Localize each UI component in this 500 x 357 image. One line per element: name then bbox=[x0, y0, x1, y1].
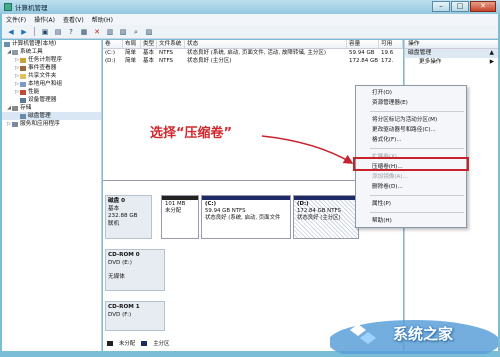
tree-node-local-users[interactable]: ▷ 本地用户和组 bbox=[2, 80, 101, 88]
actions-header: 操作 bbox=[405, 40, 498, 49]
computer-management-icon bbox=[4, 3, 12, 11]
up-icon[interactable]: ▣ bbox=[40, 27, 50, 37]
search-icon[interactable]: ⌕ bbox=[131, 27, 141, 37]
open-icon[interactable]: ▧ bbox=[118, 27, 128, 37]
menu-separator bbox=[370, 195, 464, 196]
toolbar-separator bbox=[34, 27, 35, 36]
users-icon bbox=[20, 81, 26, 87]
tree-node-storage[interactable]: ◢ 存储 bbox=[2, 104, 101, 112]
maximize-button[interactable]: □ bbox=[451, 1, 469, 12]
task-scheduler-icon bbox=[20, 57, 26, 63]
shrink-volume-highlight bbox=[353, 157, 469, 171]
close-button[interactable]: ✕ bbox=[470, 1, 496, 12]
menu-bar: 文件(F) 操作(A) 查看(V) 帮助(H) bbox=[2, 14, 498, 25]
tree-node-shared-folders[interactable]: ▷ 共享文件夹 bbox=[2, 72, 101, 80]
actions-section-disk-management[interactable]: 磁盘管理 ▲ bbox=[405, 49, 498, 58]
cdrom-1-label[interactable]: CD-ROM 1 DVD (F:) bbox=[105, 301, 165, 331]
computer-icon bbox=[4, 41, 10, 47]
menu-item-open[interactable]: 打开(O) bbox=[356, 88, 466, 98]
partition-d[interactable]: (D:) 172.84 GB NTFS 状态良好 (主分区) bbox=[293, 195, 359, 239]
actions-more[interactable]: 更多操作 ▶ bbox=[405, 58, 498, 67]
delete-icon[interactable]: ✕ bbox=[92, 27, 102, 37]
minimize-button[interactable]: – bbox=[432, 1, 450, 12]
annotation-text: 选择“压缩卷” bbox=[150, 126, 233, 141]
services-icon bbox=[12, 121, 18, 127]
properties-icon[interactable]: ▥ bbox=[105, 27, 115, 37]
help-icon[interactable]: ? bbox=[66, 27, 76, 37]
performance-icon bbox=[20, 89, 26, 95]
menu-separator bbox=[370, 111, 464, 112]
cdrom-0-row: CD-ROM 0 DVD (E:) 无媒体 bbox=[105, 249, 399, 291]
menu-item-add-mirror: 添加镜像(A)... bbox=[372, 174, 408, 180]
back-icon[interactable]: ◀ bbox=[6, 27, 16, 37]
legend-primary-swatch bbox=[141, 340, 148, 346]
list-icon[interactable]: ▦ bbox=[79, 27, 89, 37]
menu-item-help[interactable]: 帮助(H) bbox=[356, 216, 466, 226]
menu-action[interactable]: 操作(A) bbox=[34, 15, 55, 24]
storage-icon bbox=[12, 105, 18, 111]
partition-legend: 未分配 主分区 bbox=[107, 339, 169, 347]
menu-item-properties[interactable]: 属性(P) bbox=[356, 199, 466, 209]
tree-node-services[interactable]: ▷ 服务和应用程序 bbox=[2, 120, 101, 128]
volume-row[interactable]: (C:) 简单 基本 NTFS 状态良好 (系统, 启动, 页面文件, 活动, … bbox=[103, 49, 403, 57]
watermark-text: 系统之家 bbox=[393, 325, 454, 343]
column-capacity[interactable]: 容量 bbox=[347, 40, 379, 48]
column-type[interactable]: 类型 bbox=[141, 40, 157, 48]
tree-node-task-scheduler[interactable]: ▷ 任务计划程序 bbox=[2, 56, 101, 64]
column-layout[interactable]: 布局 bbox=[123, 40, 141, 48]
disk-management-icon bbox=[20, 113, 26, 119]
partition-unallocated[interactable]: 101 MB 未分配 bbox=[161, 195, 199, 239]
column-filesystem[interactable]: 文件系统 bbox=[157, 40, 185, 48]
navigation-tree: 计算机管理(本地) ◢ 系统工具 ▷ 任务计划程序 ▷ 事件查看器 ▷ 共享文件… bbox=[2, 40, 102, 351]
volume-row[interactable]: (D:) 简单 基本 NTFS 状态良好 (主分区) 172.84 GB 172… bbox=[103, 57, 403, 65]
tree-node-system-tools[interactable]: ◢ 系统工具 bbox=[2, 48, 101, 56]
folder-icon bbox=[20, 73, 26, 79]
tree-node-disk-management[interactable]: 磁盘管理 bbox=[2, 112, 101, 120]
event-viewer-icon bbox=[20, 65, 26, 71]
disk-0-label[interactable]: 磁盘 0 基本 232.88 GB 联机 bbox=[105, 195, 152, 239]
menu-view[interactable]: 查看(V) bbox=[63, 15, 84, 24]
show-hide-tree-icon[interactable]: ▤ bbox=[53, 27, 63, 37]
collapse-arrow-icon[interactable]: ▲ bbox=[490, 49, 494, 58]
volume-list-header: 卷 布局 类型 文件系统 状态 容量 可用 bbox=[103, 40, 403, 49]
title-bar: 计算机管理 – □ ✕ bbox=[0, 0, 500, 14]
window-title: 计算机管理 bbox=[15, 4, 48, 12]
toolbar: ◀ ▶ ▣ ▤ ? ▦ ✕ ▥ ▧ ⌕ ▨ bbox=[2, 25, 498, 39]
menu-file[interactable]: 文件(F) bbox=[6, 15, 26, 24]
menu-item-format[interactable]: 格式化(F)... bbox=[356, 135, 466, 145]
menu-item-change-drive-letter[interactable]: 更改驱动器号和路径(C)... bbox=[356, 125, 466, 135]
view-icon[interactable]: ▨ bbox=[144, 27, 154, 37]
cdrom-0-label[interactable]: CD-ROM 0 DVD (E:) 无媒体 bbox=[105, 249, 165, 291]
menu-help[interactable]: 帮助(H) bbox=[92, 15, 113, 24]
menu-item-delete-volume[interactable]: 删除卷(D)... bbox=[356, 182, 466, 192]
legend-unallocated-swatch bbox=[107, 340, 113, 346]
partition-c[interactable]: (C:) 59.94 GB NTFS 状态良好 (系统, 启动, 页面文件 bbox=[201, 195, 291, 239]
submenu-arrow-icon: ▶ bbox=[489, 59, 494, 65]
device-manager-icon bbox=[20, 97, 26, 103]
tree-node-device-manager[interactable]: 设备管理器 bbox=[2, 96, 101, 104]
tools-icon bbox=[12, 49, 18, 55]
menu-item-explore[interactable]: 资源管理器(E) bbox=[356, 98, 466, 108]
tree-node-root[interactable]: 计算机管理(本地) bbox=[2, 40, 101, 48]
tree-node-event-viewer[interactable]: ▷ 事件查看器 bbox=[2, 64, 101, 72]
menu-separator bbox=[370, 212, 464, 213]
column-free[interactable]: 可用 bbox=[379, 40, 403, 48]
column-volume[interactable]: 卷 bbox=[103, 40, 123, 48]
tree-node-performance[interactable]: ▷ 性能 bbox=[2, 88, 101, 96]
column-status[interactable]: 状态 bbox=[185, 40, 347, 48]
forward-icon[interactable]: ▶ bbox=[19, 27, 29, 37]
menu-separator bbox=[370, 148, 464, 149]
menu-item-mark-active[interactable]: 将分区标记为活动分区(M) bbox=[356, 115, 466, 125]
